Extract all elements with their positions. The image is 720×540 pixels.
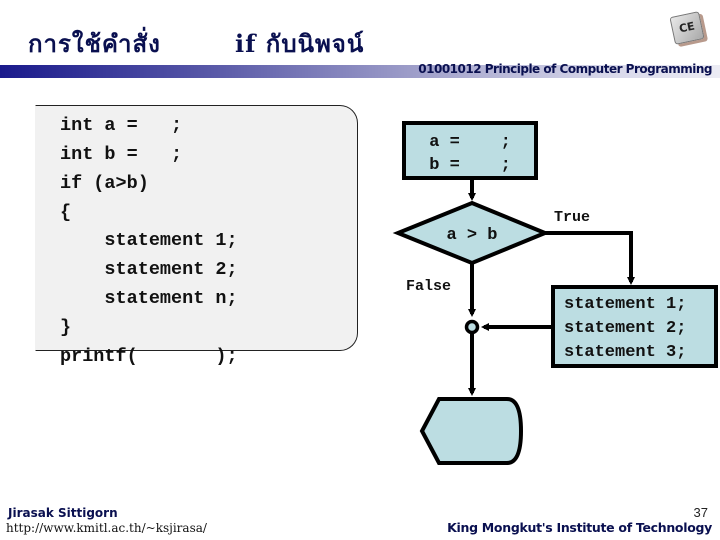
page-number: 37 [693, 505, 708, 520]
display-output-shape [419, 397, 524, 465]
statement-line: statement 1; [564, 295, 686, 314]
author-name: Jirasak Sittigorn [8, 506, 118, 520]
true-label: True [554, 209, 590, 226]
process-line: b = ; [429, 156, 511, 175]
author-url[interactable]: http://www.kmitl.ac.th/~ksjirasa/ [6, 521, 207, 535]
statement-line: statement 2; [564, 319, 686, 338]
true-branch-line [545, 231, 635, 285]
flowchart: a = ; b = ; a > b True statement 1; stat… [392, 121, 718, 465]
institute-name: King Mongkut's Institute of Technology [447, 520, 712, 535]
process-line: a = ; [429, 133, 511, 152]
decision-condition: a > b [446, 226, 497, 245]
statement-line: statement 3; [564, 343, 686, 362]
false-label: False [406, 278, 451, 295]
connector-circle [464, 319, 480, 335]
